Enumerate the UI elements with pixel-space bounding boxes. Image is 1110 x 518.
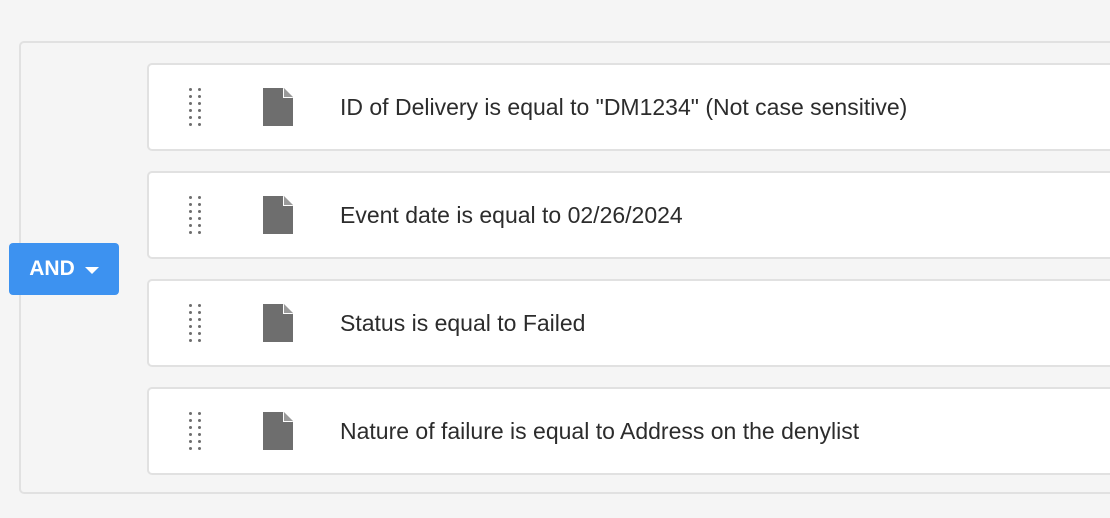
document-icon [263, 196, 293, 234]
rule-row-1[interactable]: ID of Delivery is equal to "DM1234" (Not… [147, 63, 1110, 151]
document-icon [263, 412, 293, 450]
chevron-down-icon [84, 266, 99, 274]
document-icon [263, 304, 293, 342]
rule-text: ID of Delivery is equal to "DM1234" (Not… [340, 93, 908, 120]
drag-handle-icon[interactable] [189, 304, 205, 342]
rule-row-2[interactable]: Event date is equal to 02/26/2024 [147, 171, 1110, 259]
rule-text: Nature of failure is equal to Address on… [340, 417, 860, 444]
operator-dropdown-button[interactable]: AND [9, 243, 119, 295]
rule-row-3[interactable]: Status is equal to Failed [147, 279, 1110, 367]
drag-handle-icon[interactable] [189, 196, 205, 234]
drag-handle-icon[interactable] [189, 88, 205, 126]
document-icon [263, 88, 293, 126]
rule-text: Status is equal to Failed [340, 309, 586, 336]
drag-handle-icon[interactable] [189, 412, 205, 450]
rule-row-4[interactable]: Nature of failure is equal to Address on… [147, 387, 1110, 475]
operator-label: AND [29, 257, 75, 280]
rule-text: Event date is equal to 02/26/2024 [340, 201, 683, 228]
